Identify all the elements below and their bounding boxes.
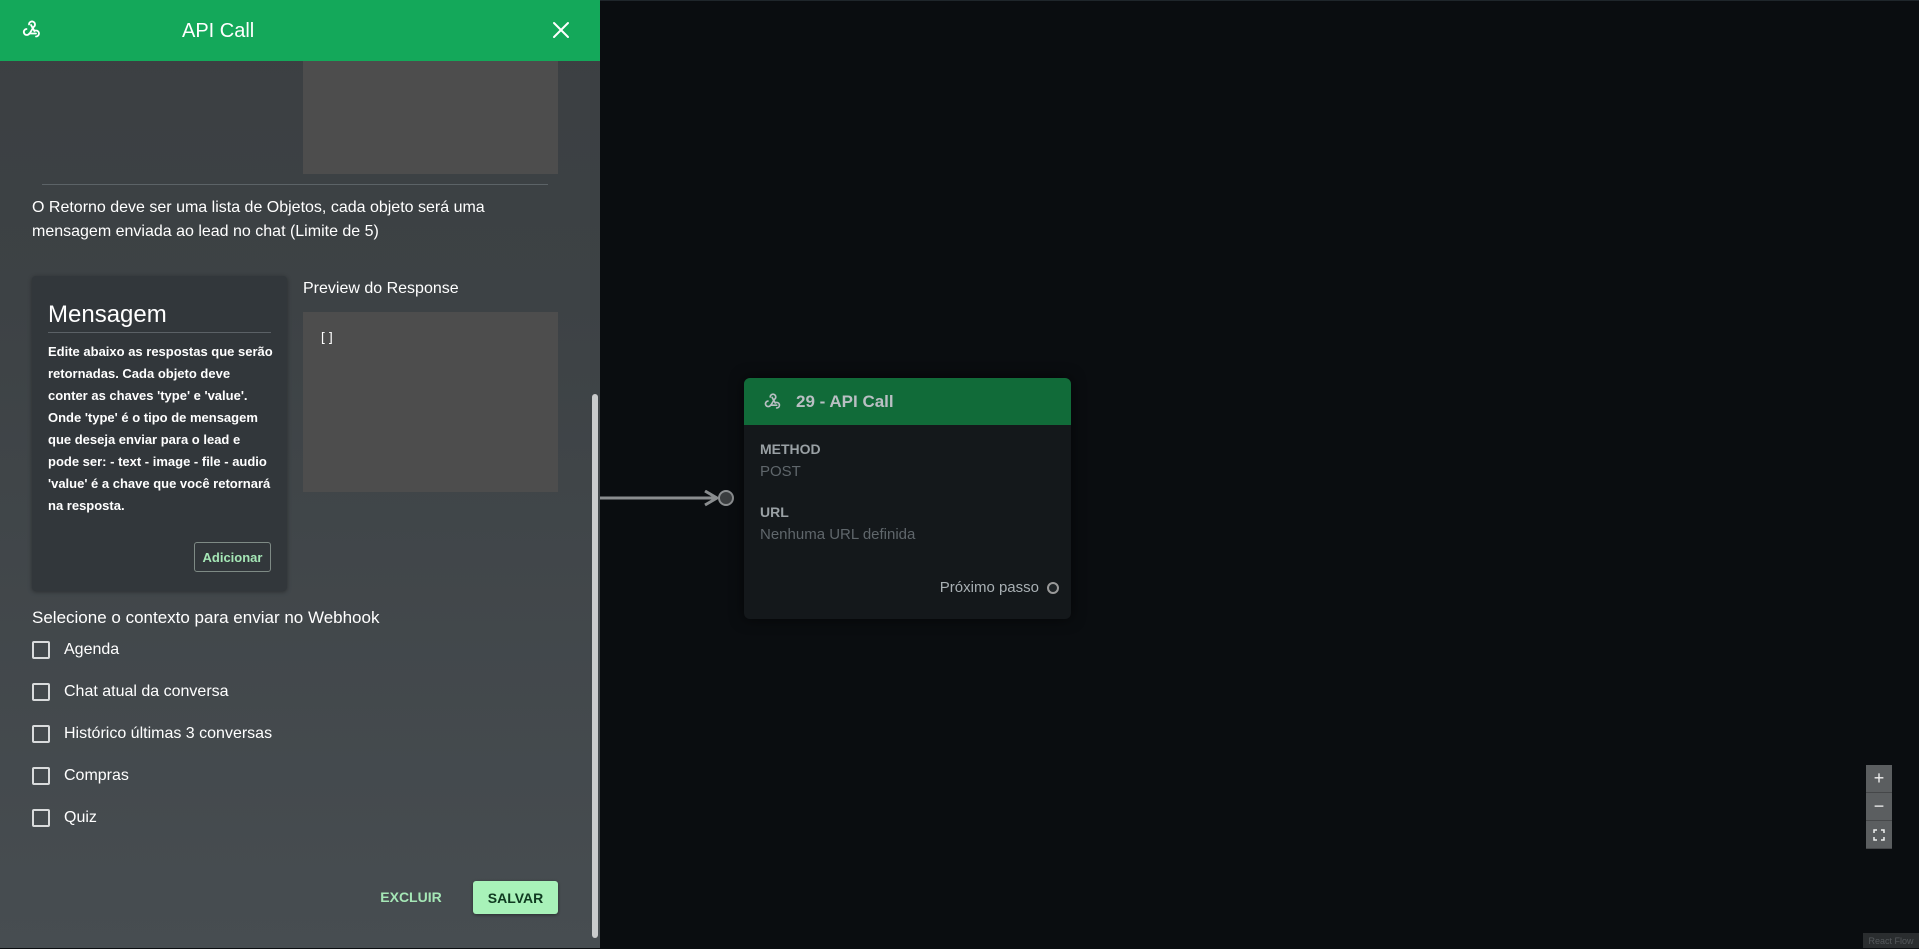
checkbox[interactable] xyxy=(32,683,50,701)
context-option-chat[interactable]: Chat atual da conversa xyxy=(32,683,229,701)
checkbox[interactable] xyxy=(32,809,50,827)
node-editor-panel: API Call O Retorno deve ser uma lista de… xyxy=(0,0,600,948)
response-preview: [] xyxy=(303,312,558,492)
checkbox[interactable] xyxy=(32,725,50,743)
preview-code: [] xyxy=(319,331,335,346)
section-divider xyxy=(42,184,548,185)
next-step-label: Próximo passo xyxy=(939,579,1039,596)
fit-view-button[interactable] xyxy=(1866,821,1892,849)
save-button[interactable]: SALVAR xyxy=(473,881,558,914)
message-card-title: Mensagem xyxy=(48,301,167,328)
close-icon[interactable] xyxy=(549,18,573,42)
preview-label: Preview do Response xyxy=(303,280,459,297)
method-value: POST xyxy=(760,463,801,480)
fit-view-icon xyxy=(1873,828,1885,841)
context-option-label: Agenda xyxy=(64,641,120,658)
node-title: 29 - API Call xyxy=(796,391,894,411)
context-option-label: Histórico últimas 3 conversas xyxy=(64,725,273,742)
zoom-in-button[interactable]: + xyxy=(1866,765,1892,793)
context-option-label: Chat atual da conversa xyxy=(64,683,229,700)
zoom-out-button[interactable]: − xyxy=(1866,793,1892,821)
next-step: Próximo passo xyxy=(940,579,1059,596)
checkbox[interactable] xyxy=(32,641,50,659)
context-label: Selecione o contexto para enviar no Webh… xyxy=(32,608,380,627)
context-option-agenda[interactable]: Agenda xyxy=(32,641,119,659)
response-editor-box[interactable] xyxy=(303,61,558,174)
scrollbar-thumb[interactable] xyxy=(592,394,598,938)
url-value: Nenhuma URL definida xyxy=(760,526,916,543)
method-label: METHOD xyxy=(760,441,821,457)
checkbox[interactable] xyxy=(32,767,50,785)
context-option-quiz[interactable]: Quiz xyxy=(32,809,97,827)
context-option-history[interactable]: Histórico últimas 3 conversas xyxy=(32,725,272,743)
context-option-label: Compras xyxy=(64,767,129,784)
context-option-purchases[interactable]: Compras xyxy=(32,767,129,785)
webhook-icon xyxy=(764,392,781,409)
attribution[interactable]: React Flow xyxy=(1863,933,1919,948)
response-info-text: O Retorno deve ser uma lista de Objetos,… xyxy=(32,199,485,240)
delete-button[interactable]: EXCLUIR xyxy=(373,881,449,913)
message-card: Mensagem Edite abaixo as respostas que s… xyxy=(32,276,287,591)
url-label: URL xyxy=(760,504,789,520)
next-step-handle[interactable] xyxy=(1047,581,1059,594)
webhook-icon xyxy=(22,20,40,38)
node-header[interactable]: 29 - API Call xyxy=(744,378,1071,425)
card-divider xyxy=(48,332,271,333)
panel-header: API Call xyxy=(0,0,600,61)
zoom-controls: + − xyxy=(1866,765,1892,849)
message-card-description: Edite abaixo as respostas que serão reto… xyxy=(48,344,273,513)
api-call-node[interactable]: 29 - API Call METHOD POST URL Nenhuma UR… xyxy=(744,378,1071,619)
add-message-button[interactable]: Adicionar xyxy=(194,542,271,572)
flow-edge xyxy=(600,490,734,507)
context-option-label: Quiz xyxy=(64,809,97,826)
panel-title: API Call xyxy=(182,20,255,42)
